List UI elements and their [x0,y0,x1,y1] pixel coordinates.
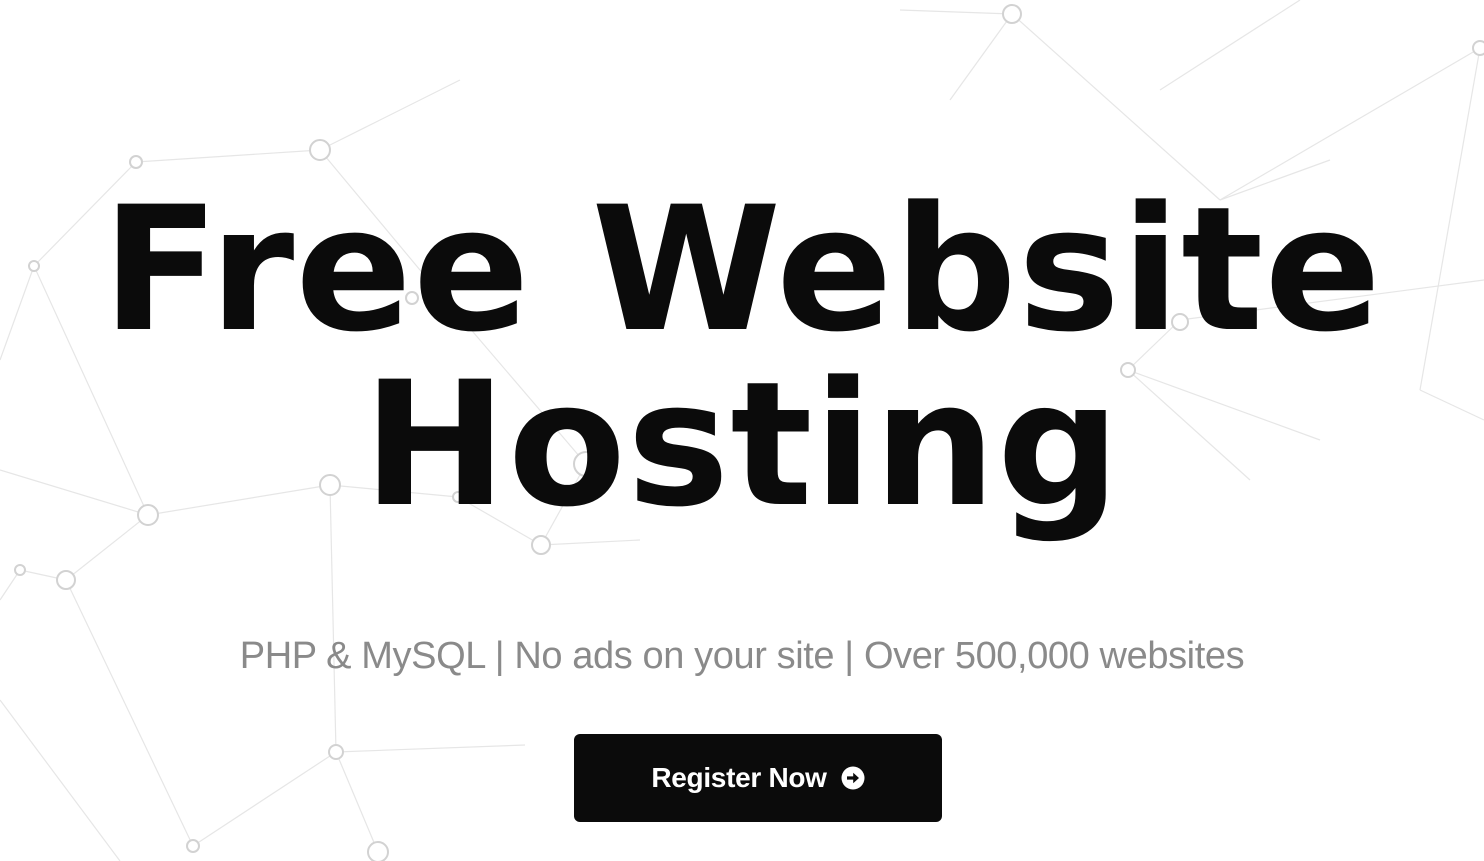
landing-page: Free Website Hosting PHP & MySQL | No ad… [0,0,1484,861]
hero-tagline: PHP & MySQL | No ads on your site | Over… [239,635,1245,677]
register-now-label: Register Now [651,762,827,793]
register-now-button[interactable]: Register Now [574,734,942,822]
arrow-circle-right-icon [841,766,865,790]
hero-title-line-2: Hosting [362,344,1122,545]
hero-title-line-1: Free Website [101,169,1383,370]
hero-section: Free Website Hosting PHP & MySQL | No ad… [0,0,1484,861]
